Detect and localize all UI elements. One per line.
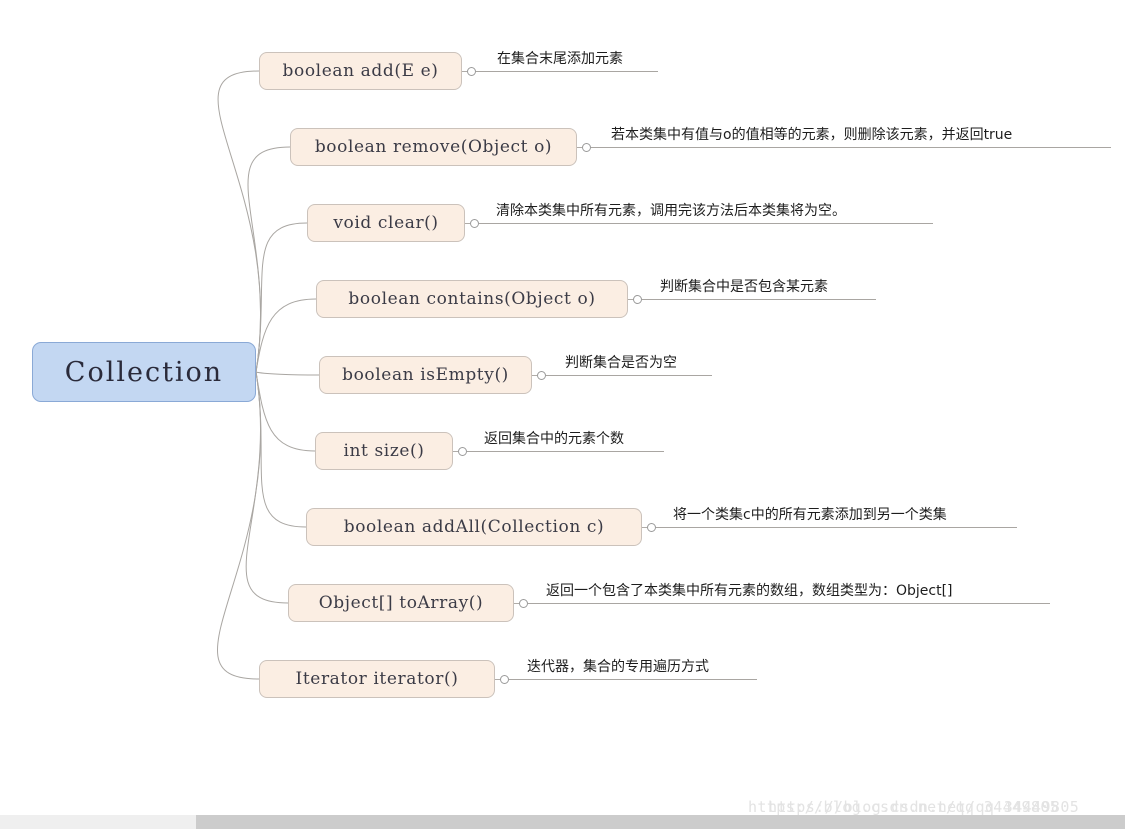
method-node[interactable]: boolean contains(Object o) — [316, 280, 628, 318]
branch-curve — [255, 371, 320, 376]
branch-curve — [217, 371, 262, 680]
watermark-url-secondary: https://blog.csdn.net/qq_34449805 — [768, 798, 1080, 816]
branch-curve — [255, 371, 316, 452]
note-text: 判断集合是否为空 — [565, 355, 677, 371]
branch-curve — [245, 371, 289, 604]
bottom-bar-right — [196, 815, 1125, 829]
method-node-label: boolean addAll(Collection c) — [343, 517, 605, 537]
note-underline — [642, 299, 876, 300]
method-node[interactable]: boolean addAll(Collection c) — [306, 508, 642, 546]
note-underline — [479, 223, 933, 224]
note-text: 返回集合中的元素个数 — [484, 431, 624, 447]
note-connector-dot — [469, 218, 479, 228]
mindmap-canvas: Collection boolean add(E e) 在集合末尾添加元素 bool… — [0, 0, 1125, 829]
method-node[interactable]: Iterator iterator() — [259, 660, 495, 698]
branch-curve — [255, 371, 307, 528]
note-connector-dot — [499, 674, 509, 684]
method-node[interactable]: int size() — [315, 432, 453, 470]
note-connector-dot — [518, 598, 528, 608]
note-text: 返回一个包含了本类集中所有元素的数组，数组类型为：Object[] — [546, 583, 953, 599]
note-connector-dot — [646, 522, 656, 532]
method-node[interactable]: boolean isEmpty() — [319, 356, 532, 394]
note-text: 清除本类集中所有元素，调用完该方法后本类集将为空。 — [496, 203, 846, 219]
method-node-label: void clear() — [333, 213, 439, 233]
note-text: 将一个类集c中的所有元素添加到另一个类集 — [673, 507, 947, 523]
note-underline — [546, 375, 712, 376]
branch-curve — [247, 146, 291, 373]
note-connector-dot — [466, 66, 476, 76]
method-node[interactable]: boolean add(E e) — [259, 52, 462, 90]
method-node-label: Object[] toArray() — [318, 593, 484, 613]
branch-connectors — [217, 70, 320, 680]
branch-curve — [255, 298, 317, 373]
note-connector-dot — [581, 142, 591, 152]
note-connector-dot — [536, 370, 546, 380]
method-node-label: Iterator iterator() — [295, 669, 459, 689]
note-underline — [476, 71, 658, 72]
root-node-label: Collection — [64, 356, 224, 388]
note-text: 若本类集中有值与o的值相等的元素，则删除该元素，并返回true — [611, 127, 1013, 143]
branch-curve — [255, 222, 308, 373]
branch-curve — [217, 70, 262, 373]
method-node-label: boolean isEmpty() — [342, 365, 509, 385]
method-node-label: boolean remove(Object o) — [314, 137, 553, 157]
root-node-collection[interactable]: Collection — [32, 342, 256, 402]
method-node[interactable]: void clear() — [307, 204, 465, 242]
method-node[interactable]: boolean remove(Object o) — [290, 128, 577, 166]
method-node[interactable]: Object[] toArray() — [288, 584, 514, 622]
note-text: 迭代器，集合的专用遍历方式 — [527, 659, 709, 675]
note-underline — [467, 451, 664, 452]
method-node-label: boolean add(E e) — [282, 61, 439, 81]
note-underline — [591, 147, 1111, 148]
note-underline — [528, 603, 1050, 604]
method-node-label: int size() — [343, 441, 425, 461]
note-connector-dot — [632, 294, 642, 304]
bottom-bar-left — [0, 815, 196, 829]
note-connector-dot — [457, 446, 467, 456]
note-text: 判断集合中是否包含某元素 — [660, 279, 828, 295]
note-underline — [509, 679, 757, 680]
note-underline — [656, 527, 1017, 528]
method-node-label: boolean contains(Object o) — [348, 289, 596, 309]
note-text: 在集合末尾添加元素 — [497, 51, 623, 67]
